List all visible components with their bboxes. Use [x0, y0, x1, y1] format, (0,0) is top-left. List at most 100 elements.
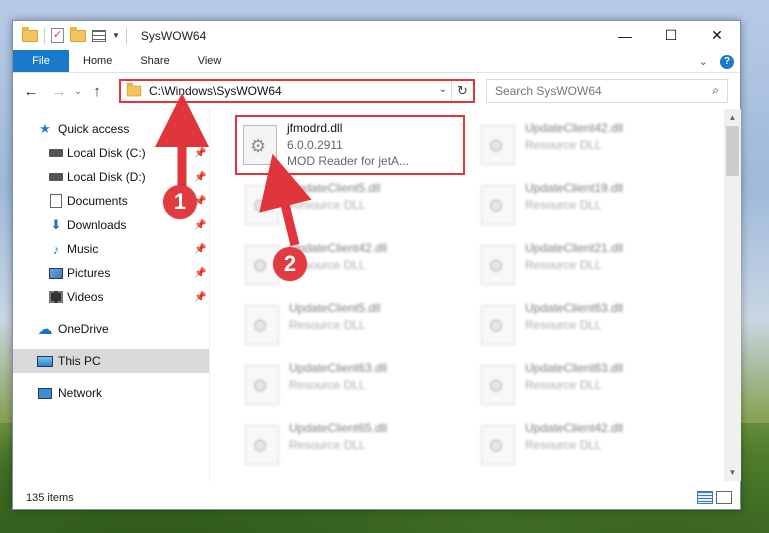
window-controls: — ☐ ✕ [602, 21, 740, 50]
file-item-jfmodrd[interactable]: jfmodrd.dll 6.0.0.2911 MOD Reader for je… [235, 115, 465, 175]
sidebar-item-label: Documents [67, 194, 128, 208]
sidebar-item-label: Pictures [67, 266, 111, 280]
pin-icon[interactable]: 📌 [194, 292, 206, 303]
quick-access-toolbar: ▼ [13, 26, 127, 44]
sidebar-item-videos[interactable]: Videos 📌 [13, 285, 209, 309]
sidebar-item-quick-access[interactable]: ★ Quick access [13, 117, 209, 141]
file-description: MOD Reader for jetA... [287, 154, 410, 168]
file-item[interactable]: UpdateClient63.dll Resource DLL [475, 357, 705, 413]
file-description: Resource DLL [289, 198, 366, 212]
address-path[interactable]: C:\Windows\SysWOW64 [149, 84, 282, 98]
cloud-icon: ☁ [37, 321, 53, 338]
file-item[interactable]: UpdateClient63.dll Resource DLL [239, 357, 469, 413]
status-bar: 135 items [13, 486, 740, 510]
sidebar-item-music[interactable]: ♪ Music 📌 [13, 237, 209, 261]
file-description: Resource DLL [525, 138, 602, 152]
drive-icon [49, 149, 63, 157]
sidebar-item-label: Videos [67, 290, 104, 304]
dll-file-icon [481, 245, 515, 285]
step-2-badge: 2 [273, 247, 307, 281]
file-name: UpdateClient42.dll [289, 241, 388, 255]
tab-home[interactable]: Home [69, 50, 126, 72]
sidebar-item-network[interactable]: Network [13, 381, 209, 405]
file-name: UpdateClient42.dll [525, 121, 624, 135]
tab-share[interactable]: Share [126, 50, 183, 72]
sidebar-item-local-disk-c[interactable]: Local Disk (C:) 📌 [13, 141, 209, 165]
file-version: 6.0.0.2911 [287, 138, 343, 152]
expand-ribbon-icon[interactable]: ⌄ [699, 55, 708, 68]
pin-icon[interactable]: 📌 [194, 172, 206, 183]
scroll-down-icon[interactable]: ▼ [724, 464, 741, 481]
file-name: UpdateClient63.dll [525, 301, 624, 315]
scroll-up-icon[interactable]: ▲ [724, 109, 741, 126]
item-count: 135 items [26, 492, 74, 504]
search-icon[interactable]: ⌕ [712, 83, 719, 98]
file-item[interactable]: UpdateClient5.dll Resource DLL [239, 297, 469, 353]
file-description: Resource DLL [289, 318, 366, 332]
forward-arrow-icon[interactable]: → [47, 83, 71, 100]
address-dropdown-icon[interactable]: ⌄ [439, 84, 447, 95]
file-description: Resource DLL [525, 378, 602, 392]
pin-icon[interactable]: 📌 [194, 220, 206, 231]
address-bar[interactable]: C:\Windows\SysWOW64 ⌄ ↻ [119, 79, 475, 103]
pc-icon [37, 355, 53, 367]
up-arrow-icon[interactable]: ↑ [85, 83, 109, 100]
new-folder-icon[interactable] [70, 26, 86, 42]
sidebar-item-this-pc[interactable]: This PC [13, 349, 209, 373]
recent-locations-icon[interactable]: ⌄ [71, 86, 85, 97]
tab-view[interactable]: View [184, 50, 236, 72]
sidebar-item-pictures[interactable]: Pictures 📌 [13, 261, 209, 285]
dll-file-icon [245, 425, 279, 465]
maximize-button[interactable]: ☐ [648, 21, 694, 50]
sidebar-item-label: Network [58, 386, 103, 400]
tab-file[interactable]: File [13, 50, 69, 72]
file-item[interactable]: UpdateClient42.dll Resource DLL [475, 117, 705, 173]
file-list: jfmodrd.dll 6.0.0.2911 MOD Reader for je… [219, 109, 724, 481]
videos-icon [49, 291, 63, 303]
navigation-pane: ★ Quick access Local Disk (C:) 📌 Local D… [13, 109, 209, 481]
file-item[interactable]: UpdateClient21.dll Resource DLL [475, 237, 705, 293]
sidebar-item-label: This PC [58, 354, 101, 368]
pin-icon[interactable]: 📌 [194, 268, 206, 279]
minimize-button[interactable]: — [602, 21, 648, 50]
customize-toolbar-caret-icon[interactable]: ▼ [112, 31, 120, 40]
view-icon[interactable] [92, 29, 106, 42]
file-item[interactable]: UpdateClient63.dll Resource DLL [475, 297, 705, 353]
sidebar-item-label: OneDrive [58, 322, 109, 336]
refresh-icon[interactable]: ↻ [451, 81, 473, 101]
search-box[interactable]: ⌕ [486, 79, 728, 103]
file-name: UpdateClient63.dll [289, 361, 388, 375]
file-description: Resource DLL [525, 258, 602, 272]
file-item[interactable]: UpdateClient65.dll Resource DLL [239, 417, 469, 473]
toolbar-separator [125, 27, 127, 44]
back-arrow-icon[interactable]: ← [19, 83, 43, 100]
tiles-view-icon[interactable] [716, 491, 732, 504]
details-view-icon[interactable] [697, 491, 713, 504]
vertical-scrollbar[interactable]: ▲ ▼ [724, 109, 741, 481]
dll-file-icon [481, 425, 515, 465]
dll-file-icon [245, 305, 279, 345]
file-name: UpdateClient21.dll [525, 241, 624, 255]
help-icon[interactable]: ? [720, 54, 734, 69]
properties-icon[interactable] [51, 28, 64, 43]
star-icon: ★ [39, 121, 51, 136]
file-name: UpdateClient5.dll [289, 301, 381, 315]
pin-icon[interactable]: 📌 [194, 148, 206, 159]
music-icon: ♪ [52, 241, 60, 257]
file-item[interactable]: UpdateClient42.dll Resource DLL [475, 417, 705, 473]
downloads-icon: ⬇ [50, 217, 62, 232]
documents-icon [50, 194, 62, 208]
dll-file-icon [243, 125, 277, 165]
file-item[interactable]: UpdateClient5.dll Resource DLL [239, 177, 469, 233]
scroll-thumb[interactable] [726, 126, 739, 176]
file-name: UpdateClient42.dll [525, 421, 624, 435]
window-title: SysWOW64 [140, 28, 207, 43]
pin-icon[interactable]: 📌 [194, 244, 206, 255]
sidebar-item-onedrive[interactable]: ☁ OneDrive [13, 317, 209, 341]
file-item[interactable]: UpdateClient19.dll Resource DLL [475, 177, 705, 233]
search-input[interactable] [495, 84, 695, 98]
close-button[interactable]: ✕ [694, 21, 740, 50]
sidebar-item-label: Local Disk (D:) [67, 170, 146, 184]
file-description: Resource DLL [525, 318, 602, 332]
navigation-bar: ← → ⌄ ↑ C:\Windows\SysWOW64 ⌄ ↻ ⌕ [13, 74, 740, 109]
